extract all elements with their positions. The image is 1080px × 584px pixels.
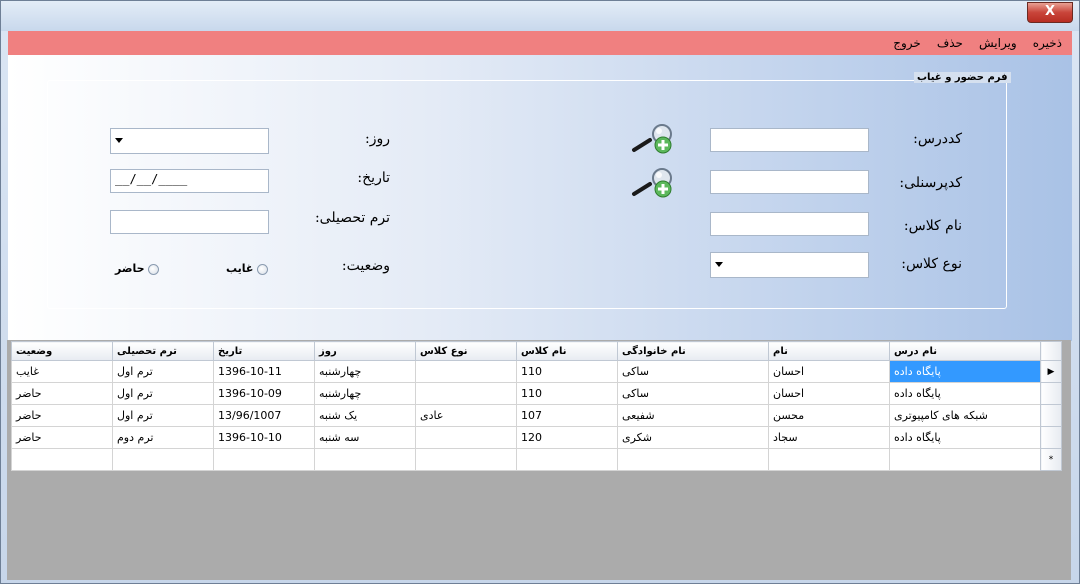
present-radio-label[interactable]: حاضر (115, 262, 145, 275)
term-label: ترم تحصیلی: (314, 210, 390, 226)
table-cell[interactable] (415, 382, 517, 405)
close-button[interactable]: X (1027, 2, 1073, 23)
table-cell[interactable]: محسن (768, 404, 890, 427)
col-header-term[interactable]: ترم تحصیلی (112, 341, 214, 361)
table-cell[interactable] (768, 448, 890, 471)
col-header-name[interactable]: نام (768, 341, 890, 361)
grid-corner-header[interactable] (1040, 341, 1062, 361)
menu-item-save[interactable]: ذخیره (1027, 31, 1068, 55)
table-cell[interactable]: 107 (516, 404, 618, 427)
title-bar[interactable]: X (1, 1, 1079, 31)
personnel-code-input[interactable] (710, 170, 869, 194)
table-row[interactable]: پایگاه داده سجاد شکری 120 سه شنبه 1396-1… (11, 426, 1062, 449)
col-header-class-type[interactable]: نوع کلاس (415, 341, 517, 361)
status-label: وضعیت: (341, 258, 390, 274)
table-cell[interactable]: 110 (516, 382, 618, 405)
new-row-indicator[interactable]: * (1040, 448, 1062, 471)
table-cell[interactable]: 1396-10-11 (213, 360, 315, 383)
table-cell[interactable] (415, 426, 517, 449)
table-cell[interactable]: پایگاه داده (889, 360, 1041, 383)
groupbox-title: فرم حضور و غیاب (914, 72, 1011, 83)
course-code-input[interactable] (710, 128, 869, 152)
chevron-down-icon[interactable] (715, 262, 723, 267)
table-cell[interactable]: 13/96/1007 (213, 404, 315, 427)
table-cell[interactable] (213, 448, 315, 471)
term-input[interactable] (110, 210, 269, 234)
menu-item-edit[interactable]: ویرایش (973, 31, 1023, 55)
new-row[interactable]: * (11, 448, 1062, 471)
table-cell[interactable]: ساکی (617, 382, 769, 405)
table-cell[interactable]: 1396-10-10 (213, 426, 315, 449)
day-label: روز: (365, 131, 390, 147)
table-cell[interactable]: چهارشنبه (314, 360, 416, 383)
table-cell[interactable]: ترم اول (112, 360, 214, 383)
col-header-date[interactable]: تاریخ (213, 341, 315, 361)
table-cell[interactable]: ترم اول (112, 382, 214, 405)
table-cell[interactable]: شفیعی (617, 404, 769, 427)
table-cell[interactable]: شکری (617, 426, 769, 449)
attendance-grid[interactable]: نام درس نام نام خانوادگی نام کلاس نوع کل… (11, 341, 1062, 471)
row-header[interactable] (1040, 382, 1062, 405)
table-cell[interactable]: حاضر (11, 404, 113, 427)
absent-radio-label[interactable]: غایب (226, 262, 253, 275)
table-cell[interactable] (11, 448, 113, 471)
current-row-indicator[interactable]: ▶ (1040, 360, 1062, 383)
date-masked-input[interactable]: __/__/____ (110, 169, 269, 193)
col-header-day[interactable]: روز (314, 341, 416, 361)
table-cell[interactable]: احسان (768, 382, 890, 405)
table-cell[interactable]: سجاد (768, 426, 890, 449)
table-cell[interactable]: پایگاه داده (889, 426, 1041, 449)
table-cell[interactable]: احسان (768, 360, 890, 383)
table-cell[interactable]: 1396-10-09 (213, 382, 315, 405)
present-radio[interactable] (148, 264, 159, 275)
table-cell[interactable]: 110 (516, 360, 618, 383)
table-cell[interactable] (617, 448, 769, 471)
table-row[interactable]: ▶ پایگاه داده احسان ساکی 110 چهارشنبه 13… (11, 360, 1062, 383)
course-code-label: کددرس: (913, 131, 962, 147)
table-cell[interactable]: سه شنبه (314, 426, 416, 449)
table-cell[interactable]: یک شنبه (314, 404, 416, 427)
table-cell[interactable]: حاضر (11, 426, 113, 449)
personnel-search-add-icon[interactable] (630, 168, 676, 198)
table-row[interactable]: پایگاه داده احسان ساکی 110 چهارشنبه 1396… (11, 382, 1062, 405)
class-type-label: نوع کلاس: (901, 256, 962, 272)
table-cell[interactable]: 120 (516, 426, 618, 449)
table-cell[interactable]: پایگاه داده (889, 382, 1041, 405)
personnel-code-label: کدپرسنلی: (899, 175, 962, 191)
menu-bar: ذخیرهویرایشحذفخروج (8, 31, 1072, 55)
row-header[interactable] (1040, 404, 1062, 427)
table-cell[interactable] (889, 448, 1041, 471)
class-type-combo[interactable] (710, 252, 869, 278)
table-cell[interactable]: شبکه های کامپیوتری (889, 404, 1041, 427)
col-header-family[interactable]: نام خانوادگی (617, 341, 769, 361)
class-name-input[interactable] (710, 212, 869, 236)
menu-item-exit[interactable]: خروج (887, 31, 927, 55)
col-header-class-name[interactable]: نام کلاس (516, 341, 618, 361)
absent-radio[interactable] (257, 264, 268, 275)
class-name-label: نام کلاس: (903, 218, 962, 234)
table-cell[interactable]: ترم دوم (112, 426, 214, 449)
table-cell[interactable] (314, 448, 416, 471)
table-cell[interactable] (415, 448, 517, 471)
table-cell[interactable]: ساکی (617, 360, 769, 383)
table-cell[interactable]: عادی (415, 404, 517, 427)
col-header-course[interactable]: نام درس (889, 341, 1041, 361)
menu-item-delete[interactable]: حذف (931, 31, 969, 55)
table-cell[interactable]: حاضر (11, 382, 113, 405)
day-combo[interactable] (110, 128, 269, 154)
table-cell[interactable] (516, 448, 618, 471)
data-grid-area: نام درس نام نام خانوادگی نام کلاس نوع کل… (7, 340, 1071, 580)
table-cell[interactable]: غایب (11, 360, 113, 383)
table-cell[interactable]: ترم اول (112, 404, 214, 427)
chevron-down-icon[interactable] (115, 138, 123, 143)
table-row[interactable]: شبکه های کامپیوتری محسن شفیعی 107 عادی ی… (11, 404, 1062, 427)
table-cell[interactable]: چهارشنبه (314, 382, 416, 405)
course-search-add-icon[interactable] (630, 124, 676, 154)
table-cell[interactable] (112, 448, 214, 471)
col-header-status[interactable]: وضعیت (11, 341, 113, 361)
date-label: تاریخ: (357, 170, 390, 186)
grid-header-row: نام درس نام نام خانوادگی نام کلاس نوع کل… (11, 341, 1062, 361)
row-header[interactable] (1040, 426, 1062, 449)
table-cell[interactable] (415, 360, 517, 383)
